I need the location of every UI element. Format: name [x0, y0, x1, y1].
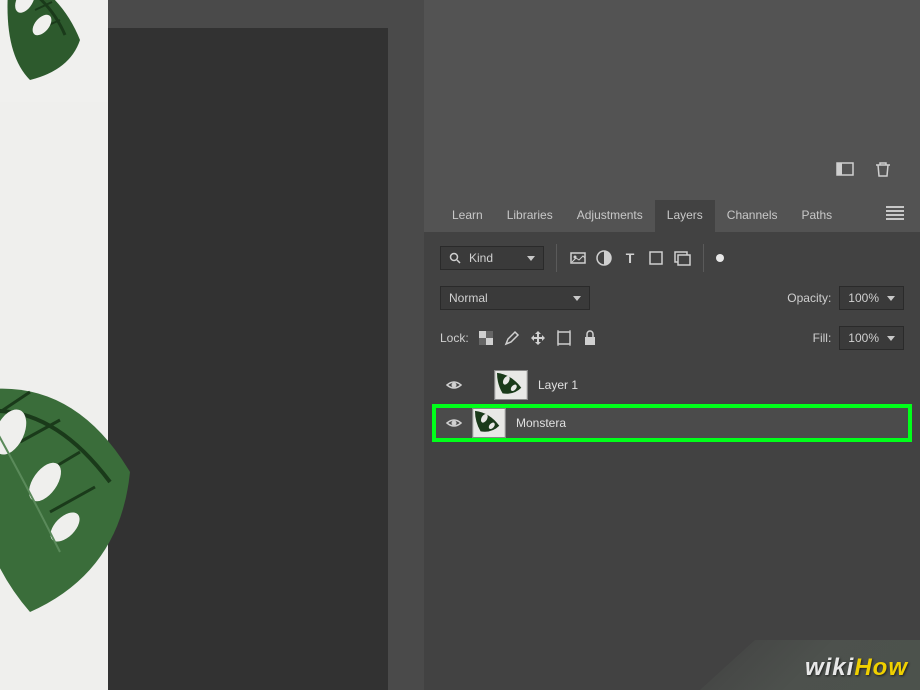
- panel-tabs: Learn Libraries Adjustments Layers Chann…: [440, 200, 844, 232]
- chevron-down-icon: [887, 296, 895, 301]
- layers-panel-body: Kind T Normal Opacity: 100%: [424, 232, 920, 690]
- separator: [703, 244, 704, 272]
- right-panel: Learn Libraries Adjustments Layers Chann…: [424, 0, 920, 690]
- canvas-area: [0, 0, 424, 690]
- lock-position-icon[interactable]: [529, 329, 547, 347]
- tab-learn[interactable]: Learn: [440, 200, 495, 232]
- blend-mode-dropdown[interactable]: Normal: [440, 286, 590, 310]
- tab-adjustments[interactable]: Adjustments: [565, 200, 655, 232]
- visibility-toggle-icon[interactable]: [446, 377, 462, 393]
- opacity-label: Opacity:: [787, 291, 831, 305]
- canvas-dark-top: [108, 28, 388, 106]
- watermark-how: How: [854, 654, 908, 681]
- filter-toggle-icon[interactable]: [716, 254, 724, 262]
- lock-row: Lock: Fill: 100%: [440, 322, 904, 354]
- lock-artboard-icon[interactable]: [555, 329, 573, 347]
- filter-shape-icon[interactable]: [647, 249, 665, 267]
- chevron-down-icon: [887, 336, 895, 341]
- panel-top-icons: [836, 160, 892, 178]
- document-preview-left: [0, 102, 108, 690]
- svg-text:T: T: [626, 250, 635, 266]
- tab-layers[interactable]: Layers: [655, 200, 715, 232]
- leaf-image-icon: [0, 0, 110, 100]
- tab-paths[interactable]: Paths: [790, 200, 845, 232]
- filter-smartobject-icon[interactable]: [673, 249, 691, 267]
- tab-libraries[interactable]: Libraries: [495, 200, 565, 232]
- filter-kind-dropdown[interactable]: Kind: [440, 246, 544, 270]
- tab-channels[interactable]: Channels: [715, 200, 790, 232]
- trash-icon[interactable]: [874, 160, 892, 178]
- layer-name: Layer 1: [538, 378, 578, 392]
- chevron-down-icon: [573, 296, 581, 301]
- layer-name: Monstera: [516, 416, 566, 430]
- layer-thumbnail: [494, 370, 528, 400]
- layer-thumbnail: [472, 408, 506, 438]
- layer-row-highlighted[interactable]: Monstera: [432, 404, 912, 442]
- filter-adjustment-icon[interactable]: [595, 249, 613, 267]
- filter-kind-label: Kind: [469, 251, 493, 265]
- search-icon: [449, 252, 461, 264]
- watermark-wiki: wiki: [805, 654, 854, 681]
- opacity-dropdown[interactable]: 100%: [839, 286, 904, 310]
- filter-row: Kind T: [440, 242, 904, 274]
- lock-all-icon[interactable]: [581, 329, 599, 347]
- panel-menu-icon[interactable]: [886, 206, 904, 218]
- layers-list: Layer 1 Monstera: [440, 366, 904, 442]
- fill-dropdown[interactable]: 100%: [839, 326, 904, 350]
- lock-label: Lock:: [440, 331, 469, 345]
- leaf-image-icon: [0, 352, 150, 632]
- watermark: wikiHow: [805, 654, 908, 682]
- layer-row[interactable]: Layer 1: [440, 366, 904, 404]
- blend-row: Normal Opacity: 100%: [440, 282, 904, 314]
- canvas-dark-main: [108, 106, 388, 690]
- fill-label: Fill:: [813, 331, 832, 345]
- visibility-toggle-icon[interactable]: [446, 415, 462, 431]
- opacity-value: 100%: [848, 291, 879, 305]
- blend-mode-value: Normal: [449, 291, 488, 305]
- fill-value: 100%: [848, 331, 879, 345]
- filter-type-icon[interactable]: T: [621, 249, 639, 267]
- collapse-panel-icon[interactable]: [836, 160, 854, 178]
- lock-transparency-icon[interactable]: [477, 329, 495, 347]
- filter-pixel-icon[interactable]: [569, 249, 587, 267]
- document-preview-top: [0, 0, 108, 102]
- chevron-down-icon: [527, 256, 535, 261]
- separator: [556, 244, 557, 272]
- lock-brush-icon[interactable]: [503, 329, 521, 347]
